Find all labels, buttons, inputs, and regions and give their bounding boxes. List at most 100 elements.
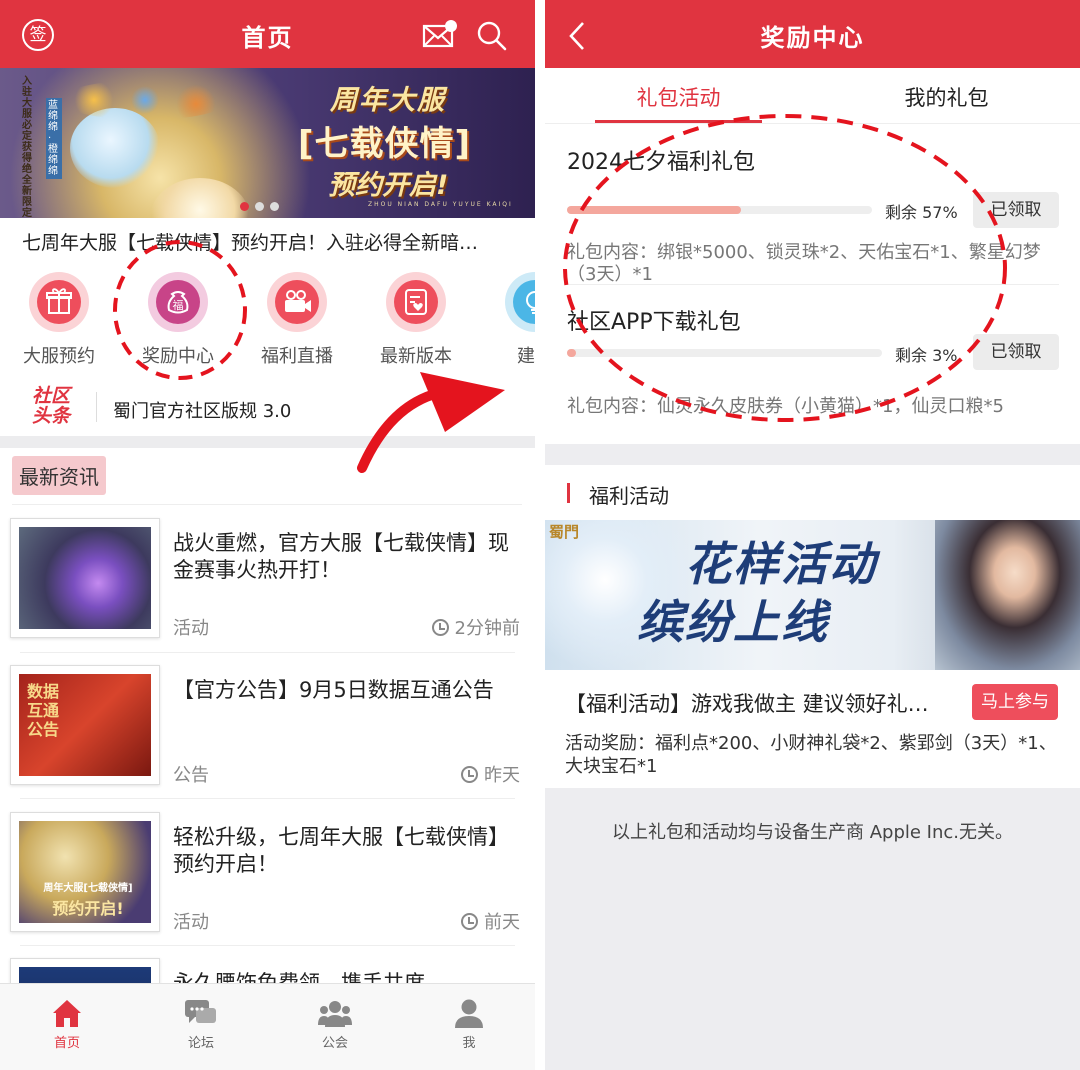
- reward-tabs: 礼包活动 我的礼包: [545, 68, 1080, 124]
- quick-item-reward-center[interactable]: 福 奖励中心: [123, 272, 233, 368]
- banner-line-1: 花样活动: [685, 537, 877, 591]
- news-category: 活动: [173, 912, 209, 933]
- quick-item-latest-version[interactable]: 最新版本: [361, 272, 471, 368]
- news-item[interactable]: 数据互通公告 【官方公告】9月5日数据互通公告 公告 昨天: [10, 665, 520, 805]
- gift-list: 2024七夕福利礼包 剩余 57% 已领取 礼包内容：绑银*5000、锁灵珠*2…: [545, 124, 1080, 444]
- join-now-button[interactable]: 马上参与: [972, 684, 1058, 720]
- tab-forum[interactable]: 论坛: [134, 998, 268, 1051]
- lucky-bag-icon: 福: [167, 291, 189, 314]
- news-category: 活动: [173, 618, 209, 639]
- game-logo: 蜀門: [549, 523, 580, 541]
- quick-label: 最新版本: [380, 346, 452, 367]
- gift-title: 2024七夕福利礼包: [567, 150, 755, 175]
- quick-item-reservation[interactable]: 大服预约: [4, 272, 114, 368]
- news-thumbnail: [10, 518, 160, 638]
- section-accent-bar: [567, 483, 570, 503]
- gift-item[interactable]: 社区APP下载礼包 剩余 3% 已领取 礼包内容：仙灵永久皮肤券（小黄猫）*1，…: [567, 304, 1059, 417]
- divider: [20, 798, 515, 799]
- divider: [12, 504, 522, 505]
- banner-pagination[interactable]: [240, 196, 285, 215]
- screen-divider: [535, 0, 545, 1070]
- news-time: 昨天: [461, 761, 520, 787]
- gift-content: 礼包内容：仙灵永久皮肤券（小黄猫）*1，仙灵口粮*5: [567, 396, 1004, 417]
- tab-gift-activities[interactable]: 礼包活动: [545, 82, 812, 112]
- welfare-activity-card[interactable]: 【福利活动】游戏我做主 建议领好礼… 马上参与 活动奖励：福利点*200、小财神…: [545, 670, 1080, 788]
- clock-icon: [431, 619, 449, 636]
- news-title: 战火重燃，官方大服【七载侠情】现金赛事火热开打！: [173, 531, 509, 582]
- heart-document-icon: [405, 289, 427, 315]
- thumbnail-text: 预约开启!: [52, 899, 124, 918]
- gift-content: 礼包内容：绑银*5000、锁灵珠*2、天佑宝石*1、繁星幻梦（3天）*1: [567, 242, 1041, 285]
- quick-label: 建议: [517, 346, 535, 367]
- chat-bubbles-icon: [185, 1000, 216, 1023]
- banner-line-2: 缤纷上线: [637, 595, 829, 649]
- home-screen: 签 首页 入驻大服必定获得绝全新限定坐骑 蓝绵绵·橙绵绵 周年大服 [七载侠情]…: [0, 0, 535, 1070]
- activity-title: 【福利活动】游戏我做主 建议领好礼…: [565, 692, 929, 716]
- quick-label: 福利直播: [261, 346, 333, 367]
- divider: [20, 652, 515, 653]
- news-item[interactable]: 周年大服[七载侠情] 预约开启! 轻松升级，七周年大服【七载侠情】预约开启！ 活…: [10, 812, 520, 952]
- banner-creature-left: [70, 108, 160, 188]
- pagination-dot[interactable]: [255, 202, 264, 211]
- remaining-label: 剩余 57%: [885, 203, 958, 222]
- banner-flowers: [60, 80, 230, 120]
- pagination-dot[interactable]: [270, 202, 279, 211]
- reward-header: 奖励中心: [545, 0, 1080, 68]
- section-title: 福利活动: [589, 484, 669, 508]
- section-spacer: [0, 436, 535, 448]
- bottom-tab-bar: 首页 论坛 公会 我: [0, 983, 535, 1070]
- clock-icon: [461, 766, 478, 783]
- banner-side-text: 入驻大服必定获得绝全新限定坐骑: [22, 76, 32, 218]
- search-icon[interactable]: [476, 20, 508, 52]
- remaining-progress-bar: [567, 349, 882, 357]
- quick-item-welfare-live[interactable]: 福利直播: [242, 272, 352, 368]
- person-icon: [455, 999, 483, 1028]
- tab-my-gifts[interactable]: 我的礼包: [813, 82, 1080, 112]
- divider: [567, 284, 1059, 285]
- quick-label: 奖励中心: [142, 346, 214, 367]
- disclaimer-text: 以上礼包和活动均与设备生产商 Apple Inc.无关。: [611, 822, 1014, 843]
- community-headline-text[interactable]: 蜀门官方社区版规 3.0: [113, 397, 291, 423]
- page-title: 奖励中心: [760, 24, 865, 52]
- clock-icon: [461, 913, 478, 930]
- news-time: 2分钟前: [431, 614, 520, 640]
- gift-item[interactable]: 2024七夕福利礼包 剩余 57% 已领取 礼包内容：绑银*5000、锁灵珠*2…: [567, 144, 1059, 285]
- gift-box-icon: [46, 288, 72, 314]
- news-thumbnail: 数据互通公告: [10, 665, 160, 785]
- banner-heroine: [935, 520, 1080, 670]
- lightbulb-icon: [526, 291, 535, 314]
- tab-me[interactable]: 我: [402, 998, 535, 1051]
- welfare-banner[interactable]: 蜀門 花样活动 缤纷上线: [545, 520, 1080, 670]
- thumbnail-text: 数据互通公告: [27, 682, 60, 739]
- banner-headline[interactable]: 七周年大服【七载侠情】预约开启！入驻必得全新暗…: [22, 228, 478, 255]
- news-thumbnail: 周年大服[七载侠情] 预约开启!: [10, 812, 160, 932]
- reward-center-screen: 奖励中心 礼包活动 我的礼包 2024七夕福利礼包 剩余 57% 已领取 礼包内…: [545, 0, 1080, 1070]
- remaining-label: 剩余 3%: [895, 346, 958, 365]
- claimed-button[interactable]: 已领取: [973, 192, 1059, 228]
- thumbnail-text: 周年大服[七载侠情]: [43, 883, 133, 894]
- tab-home[interactable]: 首页: [0, 998, 134, 1051]
- section-title: 最新资讯: [12, 456, 106, 495]
- banner-line-2: [七载侠情]: [298, 124, 472, 164]
- gift-title: 社区APP下载礼包: [567, 310, 741, 335]
- tab-guild[interactable]: 公会: [268, 998, 402, 1051]
- progress-fill: [567, 206, 741, 214]
- community-headline-logo: 社区头条: [32, 385, 71, 427]
- banner-creature-right: [150, 178, 250, 218]
- quick-item-suggestion[interactable]: 建议: [480, 272, 535, 368]
- divider: [20, 945, 515, 946]
- quick-label: 大服预约: [23, 346, 95, 367]
- home-icon: [53, 1000, 81, 1027]
- svg-text:福: 福: [173, 298, 184, 312]
- mail-icon[interactable]: [422, 20, 458, 50]
- news-title: 轻松升级，七周年大服【七载侠情】预约开启！: [173, 825, 509, 876]
- welfare-section-header: 福利活动: [545, 465, 1080, 520]
- pagination-dot-active[interactable]: [240, 202, 249, 211]
- news-category: 公告: [173, 765, 209, 786]
- banner-line-4: ZHOU NIAN DAFU YUYUE KAIQI: [368, 201, 513, 208]
- divider: [96, 392, 97, 422]
- news-item[interactable]: 战火重燃，官方大服【七载侠情】现金赛事火热开打！ 活动 2分钟前: [10, 518, 520, 658]
- claimed-button[interactable]: 已领取: [973, 334, 1059, 370]
- news-time: 前天: [461, 908, 520, 934]
- banner-line-3: 预约开启!: [328, 170, 449, 201]
